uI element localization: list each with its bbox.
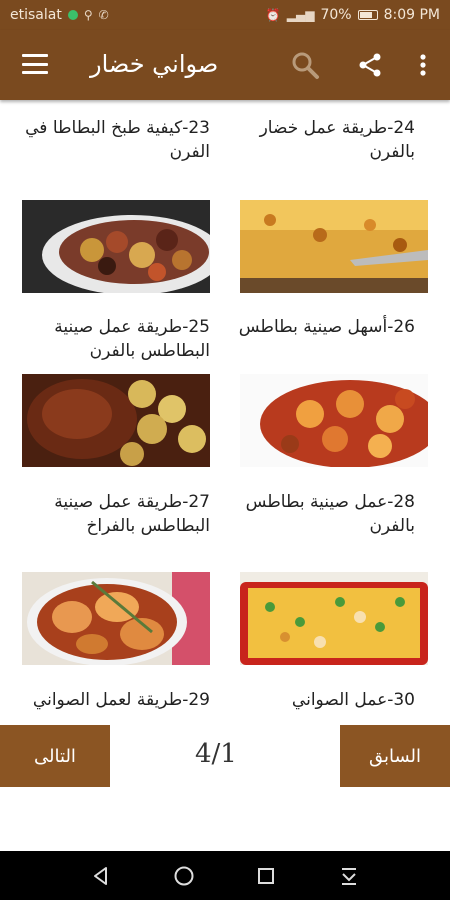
usb-icon: ⚲ <box>83 8 93 22</box>
battery-icon <box>357 10 378 20</box>
recipe-title-24[interactable]: 24-طريقة عمل خضار بالفرن <box>225 116 415 164</box>
hide-nav-icon[interactable] <box>334 861 364 891</box>
recipe-title-29[interactable]: 29-طريقة لعمل الصواني <box>10 688 210 712</box>
home-icon[interactable] <box>169 861 199 891</box>
pagination-footer: التالى 4/1 السابق <box>0 725 450 787</box>
recipe-title-30[interactable]: 30-عمل الصواني <box>225 688 415 712</box>
phone-icon: ✆ <box>98 8 109 22</box>
notification-dot-icon <box>67 10 78 20</box>
previous-button[interactable]: السابق <box>340 725 450 787</box>
recipe-image-29[interactable] <box>22 572 210 665</box>
status-bar: etisalat ⚲ ✆ ⏰ ▂▄▆ 70% 8:09 PM <box>0 0 450 30</box>
system-nav-bar <box>0 851 450 900</box>
alarm-icon: ⏰ <box>265 8 281 22</box>
recipe-image-30[interactable] <box>240 572 428 665</box>
search-icon[interactable] <box>288 48 322 82</box>
recipe-image-26[interactable] <box>240 200 428 293</box>
recipe-title-26[interactable]: 26-أسهل صينية بطاطس <box>225 315 415 339</box>
recipe-image-27[interactable] <box>22 374 210 467</box>
recipe-title-28[interactable]: 28-عمل صينية بطاطس بالفرن <box>225 490 415 538</box>
share-icon[interactable] <box>353 48 387 82</box>
recipe-title-27[interactable]: 27-طريقة عمل صينية البطاطس بالفراخ <box>10 490 210 538</box>
recipe-image-25[interactable] <box>22 200 210 293</box>
page-title: صواني خضار <box>90 50 219 78</box>
signal-icon: ▂▄▆ <box>286 8 315 22</box>
recipe-image-28[interactable] <box>240 374 428 467</box>
recipe-grid: 23-كيفية طبخ البطاطا في الفرن 24-طريقة ع… <box>0 100 450 720</box>
more-options-icon[interactable] <box>406 48 440 82</box>
recents-icon[interactable] <box>251 861 281 891</box>
app-bar: صواني خضار <box>0 30 450 100</box>
page-indicator: 4/1 <box>195 739 237 769</box>
recipe-title-23[interactable]: 23-كيفية طبخ البطاطا في الفرن <box>10 116 210 164</box>
next-button[interactable]: التالى <box>0 725 110 787</box>
back-icon[interactable] <box>86 861 116 891</box>
carrier-label: etisalat <box>10 7 62 23</box>
menu-icon[interactable] <box>22 54 48 74</box>
clock: 8:09 PM <box>383 7 440 23</box>
recipe-title-25[interactable]: 25-طريقة عمل صينية البطاطس بالفرن <box>10 315 210 363</box>
battery-percent: 70% <box>320 7 352 23</box>
